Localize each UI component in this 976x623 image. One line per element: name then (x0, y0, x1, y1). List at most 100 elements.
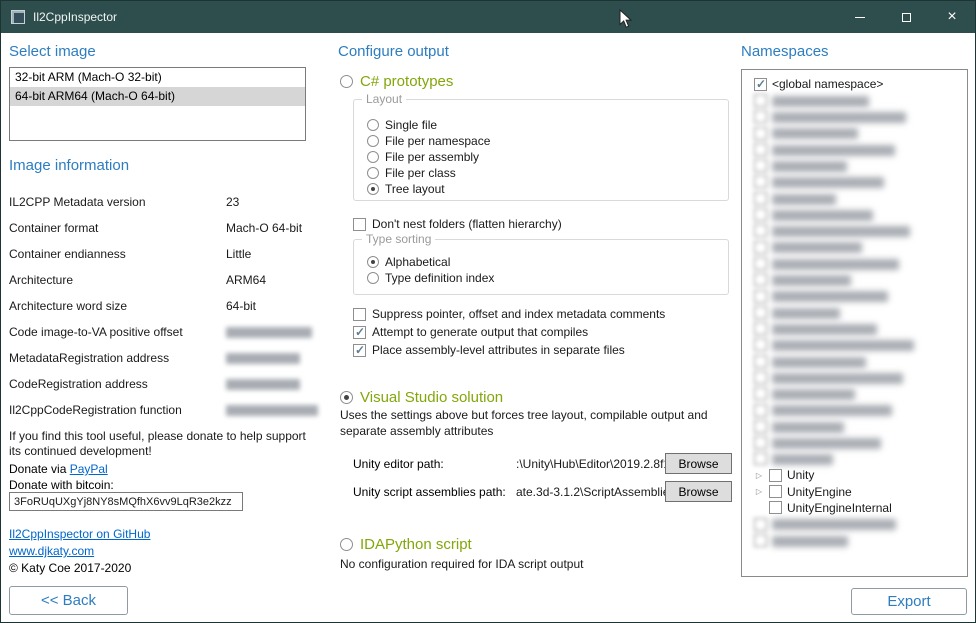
namespace-checkbox[interactable] (754, 143, 767, 156)
flatten-checkbox[interactable] (353, 218, 366, 231)
namespace-checkbox[interactable] (754, 436, 767, 449)
namespace-checkbox[interactable] (754, 127, 767, 140)
namespace-row[interactable]: <global namespace> (754, 76, 967, 92)
export-button[interactable]: Export (851, 588, 967, 615)
radio-icon[interactable] (367, 183, 379, 195)
namespace-checkbox[interactable] (754, 273, 767, 286)
namespace-row[interactable]: ▷UnityEngine (754, 483, 967, 499)
namespace-row[interactable] (754, 451, 967, 467)
radio-option-row[interactable]: File per namespace (367, 133, 490, 149)
image-list-item[interactable]: 32-bit ARM (Mach-O 32-bit) (10, 68, 305, 87)
namespace-checkbox[interactable] (769, 501, 782, 514)
paypal-link[interactable]: PayPal (70, 462, 108, 476)
namespace-checkbox[interactable] (754, 387, 767, 400)
namespace-row[interactable] (754, 239, 967, 255)
website-link[interactable]: www.djkaty.com (9, 544, 94, 558)
radio-option-row[interactable]: Tree layout (367, 181, 490, 197)
image-listbox[interactable]: 32-bit ARM (Mach-O 32-bit)64-bit ARM64 (… (9, 67, 306, 141)
radio-option-row[interactable]: Type definition index (367, 270, 494, 286)
browse-button[interactable]: Browse (665, 481, 732, 502)
close-button[interactable]: × (929, 1, 975, 33)
namespace-row[interactable]: UnityEngineInternal (754, 500, 967, 516)
radio-icon[interactable] (367, 119, 379, 131)
checkbox-icon[interactable] (353, 308, 366, 321)
namespace-row[interactable] (754, 92, 967, 108)
namespace-checkbox[interactable] (754, 404, 767, 417)
bitcoin-address-input[interactable] (9, 492, 243, 511)
namespace-checkbox[interactable] (754, 110, 767, 123)
namespace-checkbox[interactable] (754, 78, 767, 91)
back-button[interactable]: << Back (9, 586, 128, 615)
namespace-checkbox[interactable] (754, 322, 767, 335)
namespace-row[interactable] (754, 157, 967, 173)
checkbox-option-row[interactable]: Suppress pointer, offset and index metad… (353, 305, 665, 323)
namespace-row[interactable] (754, 353, 967, 369)
namespace-checkbox[interactable] (754, 257, 767, 270)
vs-solution-option[interactable]: Visual Studio solution (340, 389, 503, 406)
namespace-row[interactable] (754, 255, 967, 271)
namespace-row[interactable] (754, 532, 967, 548)
titlebar[interactable]: Il2CppInspector × (1, 1, 975, 33)
minimize-button[interactable] (837, 1, 883, 33)
namespace-row[interactable] (754, 223, 967, 239)
radio-option-row[interactable]: File per assembly (367, 149, 490, 165)
radio-icon[interactable] (367, 167, 379, 179)
namespace-checkbox[interactable] (754, 518, 767, 531)
radio-option-row[interactable]: Alphabetical (367, 254, 494, 270)
expander-icon[interactable]: ▷ (754, 471, 764, 480)
namespace-checkbox[interactable] (754, 159, 767, 172)
namespace-row[interactable] (754, 386, 967, 402)
image-list-item[interactable]: 64-bit ARM64 (Mach-O 64-bit) (10, 87, 305, 106)
checkbox-icon[interactable] (353, 326, 366, 339)
namespace-row[interactable] (754, 516, 967, 532)
radio-option-row[interactable]: Single file (367, 117, 490, 133)
csharp-radio[interactable] (340, 75, 353, 88)
namespace-checkbox[interactable] (754, 94, 767, 107)
radio-icon[interactable] (367, 256, 379, 268)
namespace-checkbox[interactable] (754, 338, 767, 351)
namespace-row[interactable] (754, 206, 967, 222)
radio-icon[interactable] (367, 151, 379, 163)
namespace-checkbox[interactable] (754, 371, 767, 384)
radio-option-row[interactable]: File per class (367, 165, 490, 181)
namespace-checkbox[interactable] (754, 175, 767, 188)
browse-button[interactable]: Browse (665, 453, 732, 474)
namespace-row[interactable]: ▷Unity (754, 467, 967, 483)
namespace-row[interactable] (754, 272, 967, 288)
namespace-row[interactable] (754, 190, 967, 206)
namespace-checkbox[interactable] (754, 420, 767, 433)
radio-icon[interactable] (367, 135, 379, 147)
namespace-row[interactable] (754, 435, 967, 451)
checkbox-option-row[interactable]: Attempt to generate output that compiles (353, 323, 665, 341)
namespace-checkbox[interactable] (769, 469, 782, 482)
checkbox-icon[interactable] (353, 344, 366, 357)
namespace-checkbox[interactable] (754, 208, 767, 221)
namespace-row[interactable] (754, 125, 967, 141)
namespace-row[interactable] (754, 337, 967, 353)
namespace-row[interactable] (754, 288, 967, 304)
csharp-prototypes-option[interactable]: C# prototypes (340, 73, 453, 90)
maximize-button[interactable] (883, 1, 929, 33)
flatten-checkbox-row[interactable]: Don't nest folders (flatten hierarchy) (353, 216, 562, 232)
checkbox-option-row[interactable]: Place assembly-level attributes in separ… (353, 341, 665, 359)
namespace-checkbox[interactable] (754, 192, 767, 205)
namespace-checkbox[interactable] (754, 224, 767, 237)
namespace-row[interactable] (754, 402, 967, 418)
namespace-checkbox[interactable] (769, 485, 782, 498)
expander-icon[interactable]: ▷ (754, 487, 764, 496)
ida-python-option[interactable]: IDAPython script (340, 536, 472, 553)
namespace-row[interactable] (754, 141, 967, 157)
namespace-row[interactable] (754, 304, 967, 320)
namespace-checkbox[interactable] (754, 306, 767, 319)
namespace-checkbox[interactable] (754, 534, 767, 547)
namespace-row[interactable] (754, 320, 967, 336)
namespace-checkbox[interactable] (754, 290, 767, 303)
namespace-row[interactable] (754, 418, 967, 434)
namespace-checkbox[interactable] (754, 452, 767, 465)
vs-radio[interactable] (340, 391, 353, 404)
github-link[interactable]: Il2CppInspector on GitHub (9, 527, 150, 541)
namespace-checkbox[interactable] (754, 355, 767, 368)
namespace-row[interactable] (754, 174, 967, 190)
radio-icon[interactable] (367, 272, 379, 284)
namespace-checkbox[interactable] (754, 241, 767, 254)
